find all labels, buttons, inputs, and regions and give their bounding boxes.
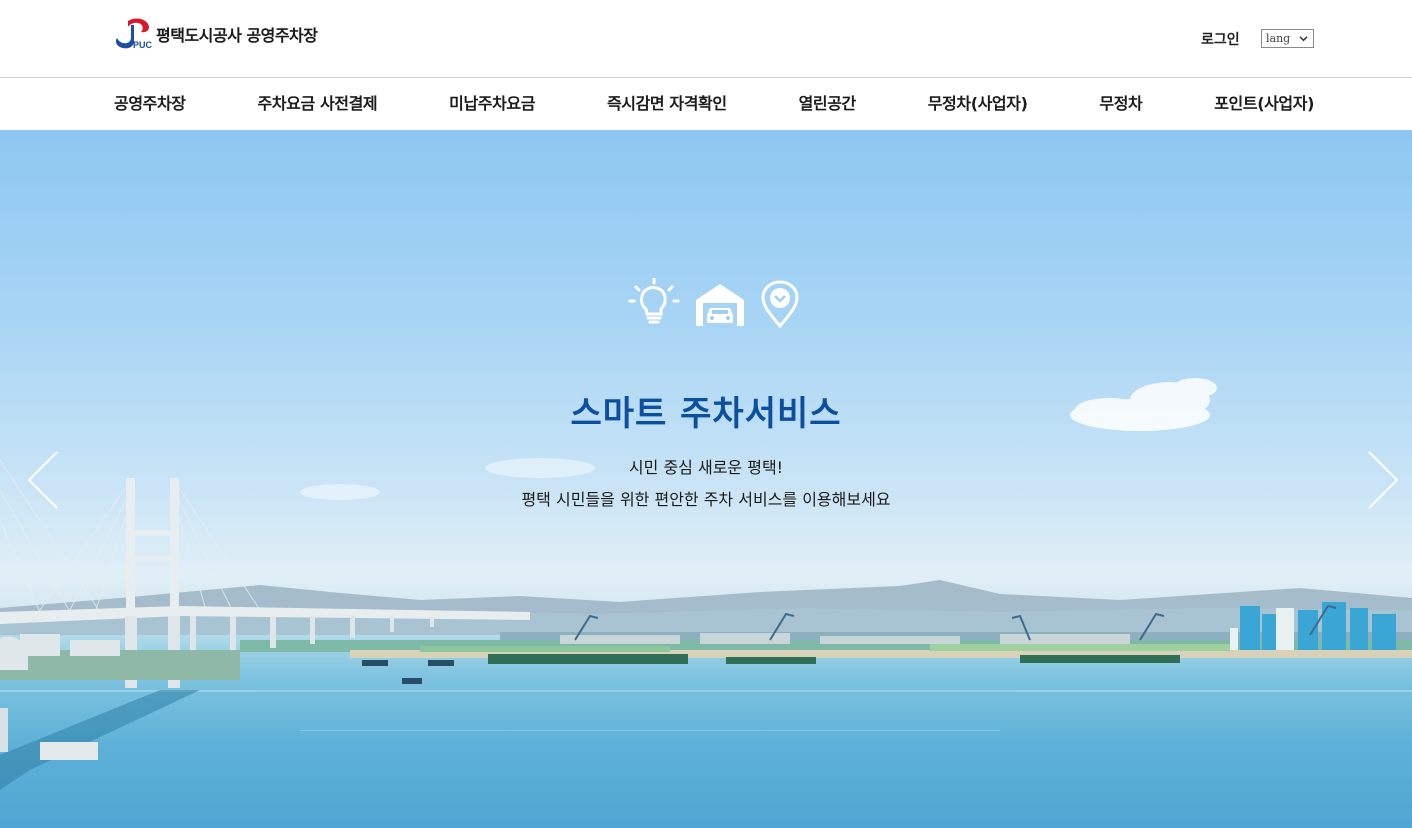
nav-item-public-parking[interactable]: 공영주차장 bbox=[114, 78, 186, 130]
garage-car-icon bbox=[696, 284, 744, 326]
site-logo[interactable]: PUC 평택도시공사 공영주차장 bbox=[114, 17, 318, 51]
chevron-down-icon bbox=[1299, 36, 1308, 42]
login-link[interactable]: 로그인 bbox=[1201, 29, 1240, 49]
prev-slide-button[interactable] bbox=[26, 450, 60, 510]
hero-title: 스마트 주차서비스 bbox=[570, 394, 842, 434]
svg-text:PUC: PUC bbox=[133, 40, 152, 50]
nav-item-unpaid-fees[interactable]: 미납주차요금 bbox=[449, 78, 535, 130]
nav-item-nonstop-business[interactable]: 무정차(사업자) bbox=[928, 78, 1028, 130]
puc-logo-icon: PUC bbox=[116, 18, 152, 50]
language-select-value: lang bbox=[1266, 32, 1291, 45]
nav-item-nonstop[interactable]: 무정차 bbox=[1099, 78, 1142, 130]
hero-banner: 스마트 주차서비스 시민 중심 새로운 평택! 평택 시민들을 위한 편안한 주… bbox=[0, 130, 1412, 828]
chevron-right-icon bbox=[1368, 451, 1399, 509]
logo-text: 평택도시공사 공영주차장 bbox=[156, 26, 318, 45]
next-slide-button[interactable] bbox=[1366, 450, 1400, 510]
site-header: PUC 평택도시공사 공영주차장 로그인 lang bbox=[0, 0, 1412, 78]
main-navigation: 공영주차장 주차요금 사전결제 미납주차요금 즉시감면 자격확인 열린공간 무정… bbox=[0, 78, 1412, 130]
harbor-bridge-photo bbox=[0, 378, 1412, 790]
nav-item-open-space[interactable]: 열린공간 bbox=[799, 78, 857, 130]
nav-item-discount-check[interactable]: 즉시감면 자격확인 bbox=[607, 78, 727, 130]
language-select[interactable]: lang bbox=[1261, 29, 1314, 48]
nav-list: 공영주차장 주차요금 사전결제 미납주차요금 즉시감면 자격확인 열린공간 무정… bbox=[114, 78, 1314, 130]
service-icons bbox=[628, 278, 800, 330]
hero-subtitle-line2: 평택 시민들을 위한 편안한 주차 서비스를 이용해보세요 bbox=[521, 490, 891, 509]
lightbulb-icon bbox=[628, 278, 680, 324]
nav-item-points-business[interactable]: 포인트(사업자) bbox=[1214, 78, 1314, 130]
chevron-left-icon bbox=[27, 451, 58, 509]
nav-item-prepayment[interactable]: 주차요금 사전결제 bbox=[258, 78, 378, 130]
location-pin-icon bbox=[761, 280, 799, 328]
hero-subtitle-line1: 시민 중심 새로운 평택! bbox=[628, 458, 784, 477]
